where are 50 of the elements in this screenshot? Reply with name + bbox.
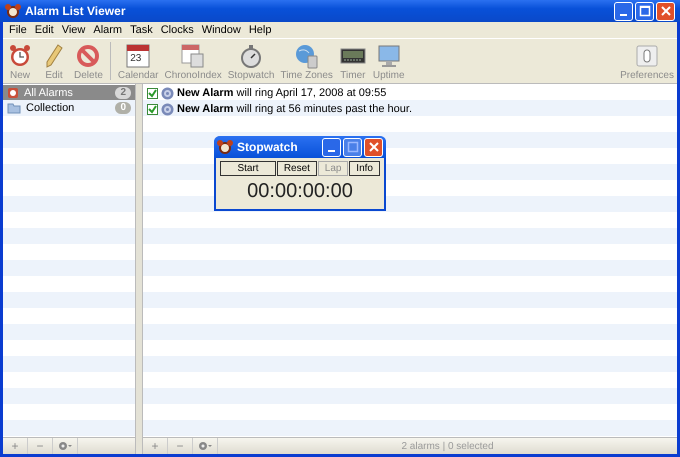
toolbar-button[interactable]: New	[3, 39, 37, 81]
calendar-date: 23	[130, 53, 142, 64]
time-display: 00:00:00:00	[246, 179, 354, 204]
toolbar-button[interactable]: Stopwatch	[224, 39, 278, 81]
minimize-button[interactable]	[322, 138, 341, 156]
toolbar-button[interactable]: 23 Calendar	[114, 39, 162, 81]
alarm-clock-icon	[217, 139, 233, 155]
alarm-clock-icon	[5, 3, 21, 19]
maximize-button[interactable]	[343, 138, 362, 156]
toolbar-button[interactable]: Delete	[71, 39, 106, 81]
window-title: Alarm List Viewer	[25, 4, 126, 18]
menu-item[interactable]: View	[58, 23, 90, 37]
footer-button[interactable]: −	[28, 438, 53, 454]
count-badge: 2	[115, 86, 131, 98]
toolbar-button[interactable]: Timer	[336, 39, 370, 81]
menu-item[interactable]: File	[5, 23, 31, 37]
alarm-description: New Alarm will ring April 17, 2008 at 09:55	[177, 87, 386, 99]
sidebar-item[interactable]: All Alarms 2	[3, 85, 135, 100]
footer-button[interactable]: −	[168, 438, 193, 454]
toolbar-button[interactable]: Uptime	[370, 39, 408, 81]
menu-item[interactable]: Alarm	[89, 23, 126, 37]
menu-item[interactable]: Help	[244, 23, 276, 37]
alarm-icon	[7, 86, 19, 98]
toolbar-button[interactable]: Time Zones	[277, 39, 336, 81]
toolbar-button[interactable]: Edit	[37, 39, 71, 81]
menu-item[interactable]: Clocks	[156, 23, 198, 37]
alarm-description: New Alarm will ring at 56 minutes past the hour.	[177, 103, 412, 115]
minimize-button[interactable]	[614, 2, 633, 20]
footer-button[interactable]: +	[143, 438, 168, 454]
menu-item[interactable]: Task	[126, 23, 157, 37]
sidebar-item[interactable]: Collection 0	[3, 100, 135, 115]
toolbar-button[interactable]: Preferences	[617, 39, 677, 81]
checkbox[interactable]	[147, 88, 158, 98]
control-button[interactable]: Info	[349, 161, 380, 176]
minimize-icon	[620, 14, 627, 16]
footer-button[interactable]: +	[3, 438, 28, 454]
checkbox[interactable]	[147, 104, 158, 114]
count-badge: 0	[115, 102, 131, 114]
minimize-icon	[328, 150, 335, 152]
control-button[interactable]: Reset	[276, 161, 317, 176]
window-title: Stopwatch	[237, 140, 299, 154]
toolbar-button[interactable]: ChronoIndex	[162, 39, 225, 81]
menu-item[interactable]: Window	[198, 23, 245, 37]
close-button[interactable]	[656, 2, 675, 20]
control-button[interactable]: Start	[220, 161, 276, 176]
menu-item[interactable]: Edit	[30, 23, 58, 37]
maximize-button[interactable]	[635, 2, 654, 20]
status-text: 2 alarms | 0 selected	[400, 440, 495, 452]
calendar-icon	[124, 42, 152, 70]
close-button[interactable]	[364, 138, 383, 156]
